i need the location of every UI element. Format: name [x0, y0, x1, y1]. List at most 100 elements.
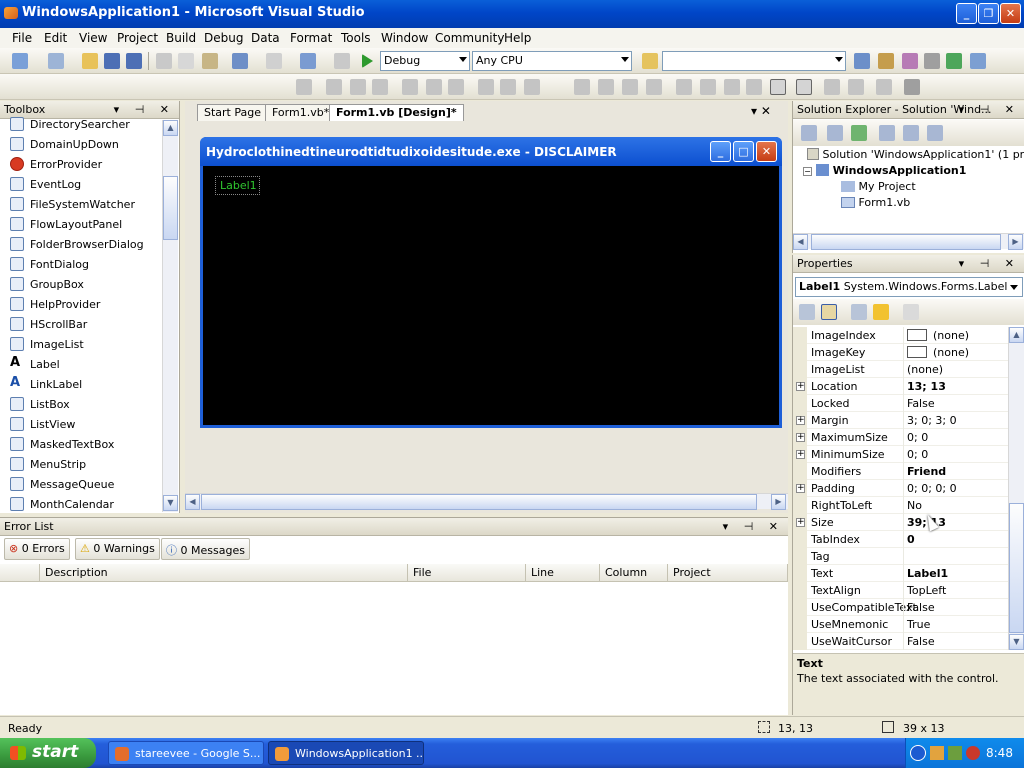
scroll-thumb[interactable] — [163, 176, 178, 240]
property-value[interactable]: 0 — [907, 533, 915, 546]
toolbox-item[interactable]: GroupBox — [8, 274, 163, 294]
undo-icon[interactable] — [232, 53, 248, 69]
events-icon[interactable] — [873, 304, 889, 320]
property-row[interactable]: + Size 39; 13 — [793, 514, 1009, 531]
toolbox-item[interactable]: A LinkLabel — [8, 374, 163, 394]
property-value[interactable]: 13; 13 — [907, 380, 946, 393]
menu-community[interactable]: Community — [435, 31, 504, 45]
menu-file[interactable]: File — [12, 31, 32, 45]
toolbox-item[interactable]: ListBox — [8, 394, 163, 414]
toolbox-item[interactable]: A Label — [8, 354, 163, 374]
property-value[interactable]: False — [907, 635, 935, 648]
increase-h-spacing-icon[interactable] — [598, 79, 614, 95]
property-row[interactable]: + Location 13; 13 — [793, 378, 1009, 395]
navigate-icon[interactable] — [300, 53, 316, 69]
save-all-icon[interactable] — [126, 53, 142, 69]
toolbox-item[interactable]: DomainUpDown — [8, 134, 163, 154]
property-value[interactable]: False — [907, 397, 935, 410]
form1-node[interactable]: Form1.vb — [841, 196, 910, 209]
property-value[interactable]: False — [907, 601, 935, 614]
decrease-h-spacing-icon[interactable] — [622, 79, 638, 95]
collapse-icon[interactable]: − — [803, 167, 812, 176]
bring-to-front-icon[interactable] — [824, 79, 840, 95]
project-node[interactable]: − WindowsApplication1 — [803, 164, 966, 177]
property-value[interactable]: (none) — [907, 329, 969, 342]
redo-icon[interactable] — [266, 53, 282, 69]
remove-v-spacing-icon[interactable] — [746, 79, 762, 95]
vertical-spacing-icon[interactable] — [676, 79, 692, 95]
property-row[interactable]: ImageIndex (none) — [793, 327, 1009, 344]
column-project[interactable]: Project — [668, 564, 788, 582]
property-value[interactable]: Friend — [907, 465, 946, 478]
tray-security-icon[interactable] — [966, 746, 980, 760]
object-browser-icon[interactable] — [902, 53, 918, 69]
scroll-up-arrow-icon[interactable]: ▲ — [1009, 327, 1024, 343]
properties-window-icon[interactable] — [878, 53, 894, 69]
start-button[interactable]: start — [0, 738, 96, 768]
messages-filter-button[interactable]: ⓘ 0 Messages — [161, 538, 250, 560]
form-client-area[interactable]: Label1 — [203, 166, 779, 425]
minimize-button[interactable]: _ — [956, 3, 977, 24]
menu-edit[interactable]: Edit — [44, 31, 67, 45]
designer-form[interactable]: Hydroclothinedtineurodtidtudixoidesitude… — [200, 137, 782, 428]
close-button[interactable]: ✕ — [1000, 3, 1021, 24]
add-project-icon[interactable] — [12, 53, 28, 69]
panel-buttons[interactable]: ▾ ⊣ ✕ — [959, 103, 1020, 116]
configuration-combo[interactable]: Debug — [380, 51, 470, 71]
warnings-filter-button[interactable]: ⚠ 0 Warnings — [75, 538, 160, 560]
increase-v-spacing-icon[interactable] — [700, 79, 716, 95]
property-row[interactable]: + Margin 3; 0; 3; 0 — [793, 412, 1009, 429]
center-horizontally-icon[interactable] — [770, 79, 786, 95]
menu-help[interactable]: Help — [504, 31, 531, 45]
scroll-left-arrow-icon[interactable]: ◀ — [185, 494, 200, 510]
property-value[interactable]: 3; 0; 3; 0 — [907, 414, 957, 427]
property-row[interactable]: UseMnemonic True — [793, 616, 1009, 633]
panel-buttons[interactable]: ▾ ⊣ ✕ — [959, 257, 1020, 270]
expand-icon[interactable]: + — [796, 450, 805, 459]
view-code-icon[interactable] — [879, 125, 895, 141]
properties-icon[interactable] — [801, 125, 817, 141]
find-combo[interactable] — [662, 51, 846, 71]
property-value[interactable]: No — [907, 499, 922, 512]
menu-build[interactable]: Build — [166, 31, 196, 45]
scroll-down-arrow-icon[interactable]: ▼ — [163, 495, 178, 511]
alphabetical-icon[interactable] — [821, 304, 837, 320]
property-value[interactable]: (none) — [907, 346, 969, 359]
property-row[interactable]: + Padding 0; 0; 0; 0 — [793, 480, 1009, 497]
toolbox-icon[interactable] — [924, 53, 940, 69]
properties-scrollbar[interactable]: ▲ ▼ — [1008, 327, 1024, 650]
property-row[interactable]: RightToLeft No — [793, 497, 1009, 514]
taskbar-item-visual-studio[interactable]: WindowsApplication1 ... — [268, 741, 424, 765]
view-designer-icon[interactable] — [903, 125, 919, 141]
solution-hscrollbar[interactable]: ◀ ▶ — [793, 233, 1024, 250]
property-row[interactable]: TabIndex 0 — [793, 531, 1009, 548]
scroll-thumb[interactable] — [201, 494, 757, 510]
toolbox-item[interactable]: FileSystemWatcher — [8, 194, 163, 214]
scroll-thumb[interactable] — [1009, 503, 1024, 633]
column-file[interactable]: File — [408, 564, 526, 582]
solution-node[interactable]: Solution 'WindowsApplication1' (1 projec… — [807, 148, 1024, 161]
start-page-icon[interactable] — [946, 53, 962, 69]
scroll-left-arrow-icon[interactable]: ◀ — [793, 234, 808, 250]
property-value[interactable]: (none) — [907, 363, 943, 376]
panel-buttons[interactable]: ▾ ⊣ ✕ — [723, 520, 784, 533]
tray-clock[interactable]: 8:48 — [986, 746, 1013, 760]
tab-order-icon[interactable] — [876, 79, 892, 95]
align-to-grid-icon[interactable] — [296, 79, 312, 95]
scroll-up-arrow-icon[interactable]: ▲ — [163, 120, 178, 136]
toolbox-item[interactable]: MessageQueue — [8, 474, 163, 494]
align-middles-icon[interactable] — [426, 79, 442, 95]
toolbox-item[interactable]: HScrollBar — [8, 314, 163, 334]
align-centers-icon[interactable] — [350, 79, 366, 95]
toolbox-item[interactable]: FlowLayoutPanel — [8, 214, 163, 234]
toolbox-item[interactable]: DirectorySearcher — [8, 114, 163, 134]
tray-app-icon[interactable] — [930, 746, 944, 760]
property-value[interactable]: TopLeft — [907, 584, 946, 597]
property-value[interactable]: True — [907, 618, 930, 631]
properties-view-icon[interactable] — [851, 304, 867, 320]
center-vertically-icon[interactable] — [796, 79, 812, 95]
make-same-size-icon[interactable] — [524, 79, 540, 95]
save-icon[interactable] — [104, 53, 120, 69]
scroll-right-arrow-icon[interactable]: ▶ — [771, 494, 786, 510]
align-tops-icon[interactable] — [402, 79, 418, 95]
